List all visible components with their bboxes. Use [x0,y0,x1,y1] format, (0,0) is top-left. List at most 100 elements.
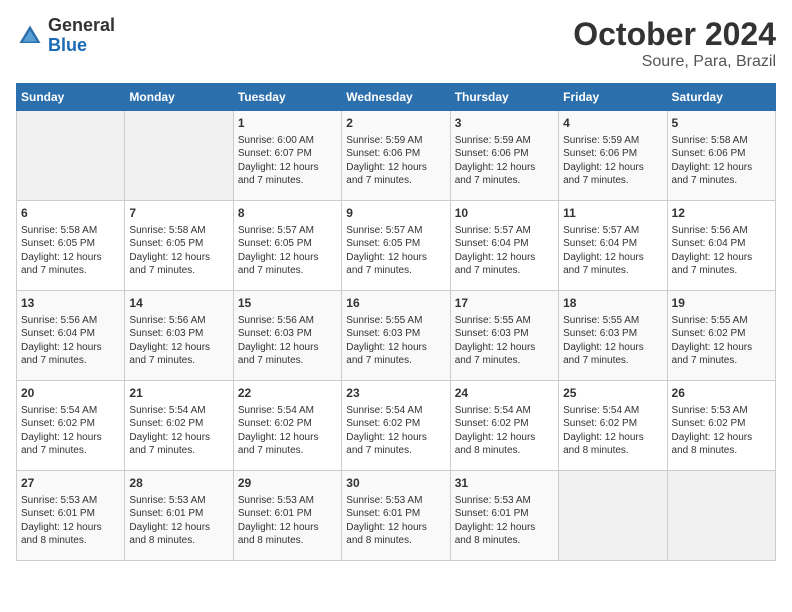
calendar-cell: 26 Sunrise: 5:53 AM Sunset: 6:02 PM Dayli… [667,381,775,471]
cell-content: Sunrise: 5:54 AM Sunset: 6:02 PM Dayligh… [346,404,445,458]
calendar-week-2: 6 Sunrise: 5:58 AM Sunset: 6:05 PM Daylig… [17,201,776,291]
day-number: 4 [563,115,662,132]
cell-content: Sunrise: 5:53 AM Sunset: 6:01 PM Dayligh… [129,494,228,548]
calendar-cell: 3 Sunrise: 5:59 AM Sunset: 6:06 PM Daylig… [450,111,558,201]
cell-content: Sunrise: 5:57 AM Sunset: 6:05 PM Dayligh… [346,224,445,278]
day-number: 12 [672,205,771,222]
day-number: 30 [346,475,445,492]
calendar-cell: 23Sunrise: 5:54 AM Sunset: 6:02 PM Dayli… [342,381,450,471]
cell-content: Sunrise: 5:57 AM Sunset: 6:04 PM Dayligh… [455,224,554,278]
day-number: 26 [672,385,771,402]
cell-content: Sunrise: 5:58 AM Sunset: 6:05 PM Dayligh… [21,224,120,278]
day-number: 11 [563,205,662,222]
calendar-cell: 16 Sunrise: 5:55 AM Sunset: 6:03 PM Dayli… [342,291,450,381]
cell-content: Sunrise: 5:56 AM Sunset: 6:03 PM Dayligh… [238,314,337,368]
day-number: 15 [238,295,337,312]
logo-icon [16,22,44,50]
day-number: 24 [455,385,554,402]
calendar-cell: 11Sunrise: 5:57 AM Sunset: 6:04 PM Dayli… [559,201,667,291]
day-number: 28 [129,475,228,492]
day-number: 10 [455,205,554,222]
day-number: 21 [129,385,228,402]
day-number: 6 [21,205,120,222]
day-number: 14 [129,295,228,312]
calendar-cell: 25Sunrise: 5:54 AM Sunset: 6:02 PM Dayli… [559,381,667,471]
logo-text: General Blue [48,16,115,56]
day-number: 18 [563,295,662,312]
day-number: 25 [563,385,662,402]
header: General Blue October 2024 Soure, Para, B… [16,16,776,71]
calendar-cell: 12 Sunrise: 5:56 AM Sunset: 6:04 PM Dayli… [667,201,775,291]
day-number: 1 [238,115,337,132]
logo: General Blue [16,16,115,56]
day-number: 7 [129,205,228,222]
cell-content: Sunrise: 6:00 AM Sunset: 6:07 PM Dayligh… [238,134,337,188]
calendar-cell: 22Sunrise: 5:54 AM Sunset: 6:02 PM Dayli… [233,381,341,471]
calendar-cell: 18Sunrise: 5:55 AM Sunset: 6:03 PM Dayli… [559,291,667,381]
day-number: 9 [346,205,445,222]
title-section: October 2024 Soure, Para, Brazil [573,16,776,71]
calendar-cell: 9 Sunrise: 5:57 AM Sunset: 6:05 PM Daylig… [342,201,450,291]
header-monday: Monday [125,84,233,111]
calendar-week-4: 20Sunrise: 5:54 AM Sunset: 6:02 PM Dayli… [17,381,776,471]
header-saturday: Saturday [667,84,775,111]
calendar-cell: 31Sunrise: 5:53 AM Sunset: 6:01 PM Dayli… [450,471,558,561]
weekday-header-row: Sunday Monday Tuesday Wednesday Thursday… [17,84,776,111]
cell-content: Sunrise: 5:53 AM Sunset: 6:02 PM Dayligh… [672,404,771,458]
calendar-cell: 29 Sunrise: 5:53 AM Sunset: 6:01 PM Dayli… [233,471,341,561]
calendar-cell: 5 Sunrise: 5:58 AM Sunset: 6:06 PM Daylig… [667,111,775,201]
calendar-cell: 17Sunrise: 5:55 AM Sunset: 6:03 PM Dayli… [450,291,558,381]
cell-content: Sunrise: 5:54 AM Sunset: 6:02 PM Dayligh… [238,404,337,458]
calendar-cell: 24 Sunrise: 5:54 AM Sunset: 6:02 PM Dayli… [450,381,558,471]
cell-content: Sunrise: 5:55 AM Sunset: 6:02 PM Dayligh… [672,314,771,368]
day-number: 3 [455,115,554,132]
day-number: 27 [21,475,120,492]
logo-blue: Blue [48,35,87,55]
header-friday: Friday [559,84,667,111]
day-number: 5 [672,115,771,132]
day-number: 2 [346,115,445,132]
calendar-cell: 6 Sunrise: 5:58 AM Sunset: 6:05 PM Daylig… [17,201,125,291]
page-container: General Blue October 2024 Soure, Para, B… [16,16,776,561]
calendar-table: Sunday Monday Tuesday Wednesday Thursday… [16,83,776,561]
day-number: 8 [238,205,337,222]
calendar-cell: 7Sunrise: 5:58 AM Sunset: 6:05 PM Daylig… [125,201,233,291]
calendar-cell: 2 Sunrise: 5:59 AM Sunset: 6:06 PM Daylig… [342,111,450,201]
cell-content: Sunrise: 5:56 AM Sunset: 6:04 PM Dayligh… [21,314,120,368]
cell-content: Sunrise: 5:56 AM Sunset: 6:04 PM Dayligh… [672,224,771,278]
calendar-cell: 14 Sunrise: 5:56 AM Sunset: 6:03 PM Dayli… [125,291,233,381]
logo-general: General [48,15,115,35]
calendar-cell: 27 Sunrise: 5:53 AM Sunset: 6:01 PM Dayli… [17,471,125,561]
calendar-week-3: 13Sunrise: 5:56 AM Sunset: 6:04 PM Dayli… [17,291,776,381]
calendar-cell: 15 Sunrise: 5:56 AM Sunset: 6:03 PM Dayli… [233,291,341,381]
cell-content: Sunrise: 5:59 AM Sunset: 6:06 PM Dayligh… [455,134,554,188]
cell-content: Sunrise: 5:58 AM Sunset: 6:06 PM Dayligh… [672,134,771,188]
day-number: 31 [455,475,554,492]
cell-content: Sunrise: 5:54 AM Sunset: 6:02 PM Dayligh… [129,404,228,458]
day-number: 29 [238,475,337,492]
cell-content: Sunrise: 5:59 AM Sunset: 6:06 PM Dayligh… [346,134,445,188]
calendar-cell [559,471,667,561]
calendar-cell [17,111,125,201]
day-number: 16 [346,295,445,312]
cell-content: Sunrise: 5:59 AM Sunset: 6:06 PM Dayligh… [563,134,662,188]
header-sunday: Sunday [17,84,125,111]
header-wednesday: Wednesday [342,84,450,111]
cell-content: Sunrise: 5:54 AM Sunset: 6:02 PM Dayligh… [455,404,554,458]
calendar-cell: 13Sunrise: 5:56 AM Sunset: 6:04 PM Dayli… [17,291,125,381]
cell-content: Sunrise: 5:54 AM Sunset: 6:02 PM Dayligh… [21,404,120,458]
calendar-header: Sunday Monday Tuesday Wednesday Thursday… [17,84,776,111]
cell-content: Sunrise: 5:53 AM Sunset: 6:01 PM Dayligh… [21,494,120,548]
cell-content: Sunrise: 5:55 AM Sunset: 6:03 PM Dayligh… [346,314,445,368]
month-title: October 2024 [573,16,776,53]
calendar-cell: 8Sunrise: 5:57 AM Sunset: 6:05 PM Daylig… [233,201,341,291]
calendar-cell: 4 Sunrise: 5:59 AM Sunset: 6:06 PM Daylig… [559,111,667,201]
header-tuesday: Tuesday [233,84,341,111]
calendar-cell: 30Sunrise: 5:53 AM Sunset: 6:01 PM Dayli… [342,471,450,561]
cell-content: Sunrise: 5:56 AM Sunset: 6:03 PM Dayligh… [129,314,228,368]
calendar-cell: 19Sunrise: 5:55 AM Sunset: 6:02 PM Dayli… [667,291,775,381]
cell-content: Sunrise: 5:53 AM Sunset: 6:01 PM Dayligh… [238,494,337,548]
calendar-cell: 1 Sunrise: 6:00 AM Sunset: 6:07 PM Daylig… [233,111,341,201]
calendar-cell: 21 Sunrise: 5:54 AM Sunset: 6:02 PM Dayli… [125,381,233,471]
calendar-cell [667,471,775,561]
